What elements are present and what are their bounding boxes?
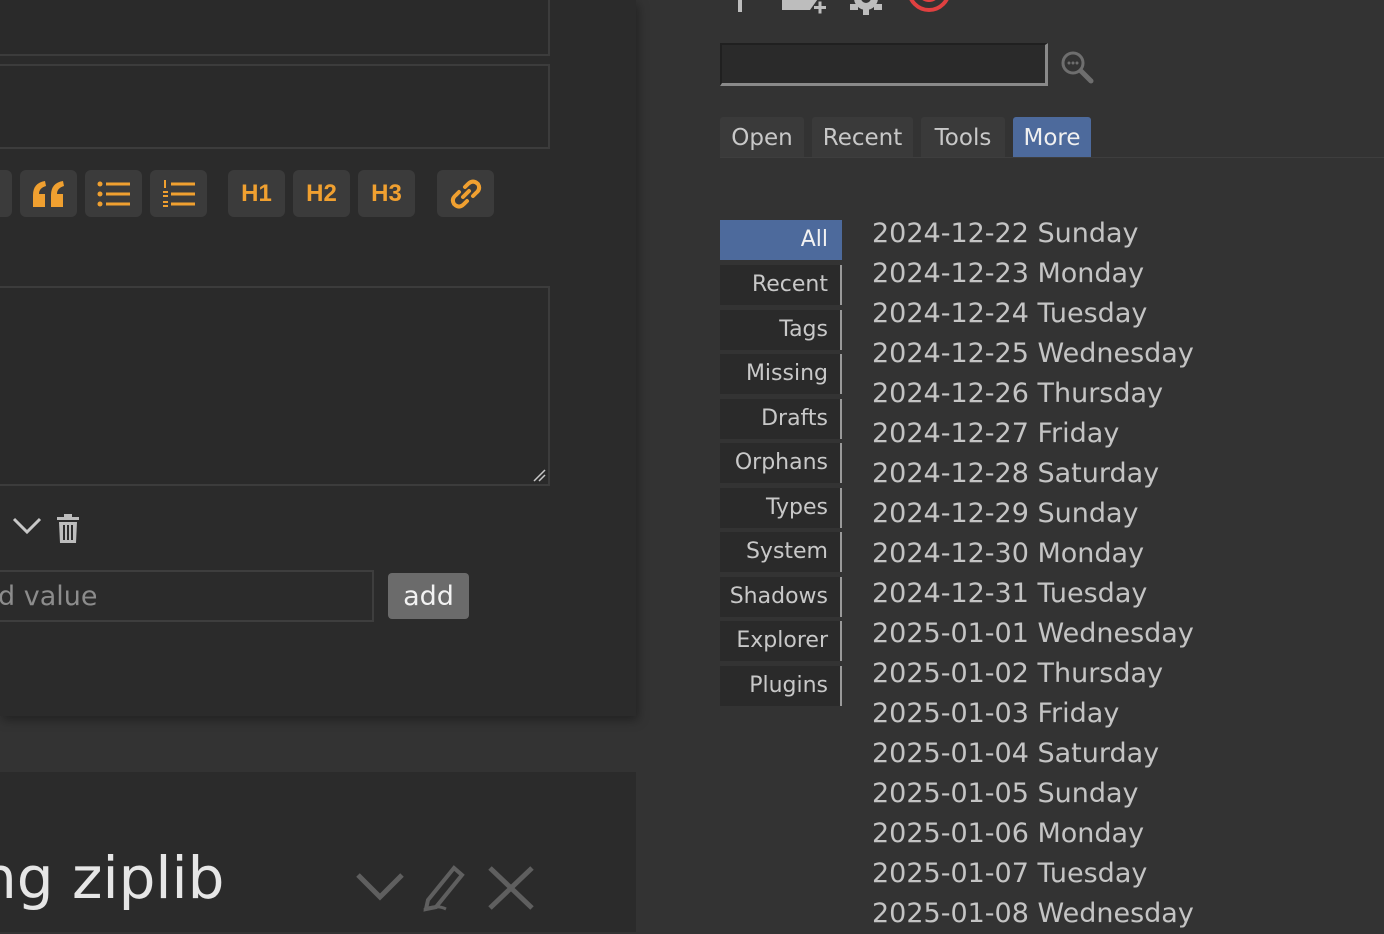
list-item[interactable]: 2024-12-22 Sunday [872, 214, 1139, 254]
category-types[interactable]: Types [720, 488, 842, 528]
list-item[interactable]: 2025-01-03 Friday [872, 694, 1119, 734]
category-missing[interactable]: Missing [720, 354, 842, 394]
category-recent[interactable]: Recent [720, 265, 842, 305]
link-button[interactable] [437, 170, 494, 217]
list-item[interactable]: 2024-12-26 Thursday [872, 374, 1163, 414]
add-metadata-button[interactable]: add [388, 573, 469, 619]
bullet-list-button[interactable] [85, 170, 142, 217]
numbered-list-button[interactable] [150, 170, 207, 217]
list-item[interactable]: 2024-12-24 Tuesday [872, 294, 1147, 334]
gear-icon[interactable] [846, 0, 886, 16]
list-item[interactable]: 2024-12-28 Saturday [872, 454, 1159, 494]
tab-divider [720, 157, 1384, 158]
metadata-value-input[interactable]: d value [0, 570, 374, 622]
list-item[interactable]: 2024-12-25 Wednesday [872, 334, 1194, 374]
category-drafts[interactable]: Drafts [720, 399, 842, 439]
list-item[interactable]: 2025-01-04 Saturday [872, 734, 1159, 774]
category-system[interactable]: System [720, 532, 842, 572]
list-item[interactable]: 2024-12-27 Friday [872, 414, 1119, 454]
list-item[interactable]: 2024-12-30 Monday [872, 534, 1144, 574]
category-plugins[interactable]: Plugins [720, 666, 842, 706]
list-item[interactable]: 2025-01-05 Sunday [872, 774, 1139, 814]
search-input[interactable] [720, 43, 1048, 86]
tab-open[interactable]: Open [720, 117, 804, 158]
quote-button[interactable] [20, 170, 77, 217]
category-explorer[interactable]: Explorer [720, 621, 842, 661]
list-item[interactable]: 2024-12-29 Sunday [872, 494, 1139, 534]
chevron-down-icon[interactable] [12, 516, 42, 536]
target-icon[interactable] [906, 0, 952, 14]
resize-grip-icon[interactable] [532, 468, 546, 482]
pin-icon[interactable] [728, 0, 752, 14]
bullet-list-icon [97, 181, 130, 206]
list-item[interactable]: 2025-01-02 Thursday [872, 654, 1163, 694]
chevron-down-icon[interactable] [355, 870, 405, 904]
heading-1-button[interactable]: H1 [228, 170, 285, 217]
pencil-icon[interactable] [422, 862, 468, 912]
tag-add-icon[interactable] [780, 0, 828, 16]
quote-icon [32, 180, 64, 207]
category-all[interactable]: All [720, 220, 842, 260]
link-icon [450, 179, 481, 208]
tab-tools[interactable]: Tools [921, 117, 1005, 158]
numbered-list-icon [162, 179, 195, 207]
category-tags[interactable]: Tags [720, 310, 842, 350]
list-item[interactable]: 2025-01-07 Tuesday [872, 854, 1147, 894]
list-item[interactable]: 2024-12-23 Monday [872, 254, 1144, 294]
list-item[interactable]: 2025-01-08 Wednesday [872, 894, 1194, 934]
heading-2-button[interactable]: H2 [293, 170, 350, 217]
tab-recent[interactable]: Recent [812, 117, 913, 158]
tags-field[interactable] [0, 64, 550, 149]
search-icon[interactable] [1060, 50, 1094, 84]
list-item[interactable]: 2024-12-31 Tuesday [872, 574, 1147, 614]
content-textarea[interactable] [0, 286, 550, 486]
toolbar-button-partial[interactable] [0, 170, 12, 217]
close-icon[interactable] [486, 864, 536, 912]
trash-icon[interactable] [56, 514, 80, 544]
title-field[interactable] [0, 0, 550, 56]
category-shadows[interactable]: Shadows [720, 577, 842, 617]
heading-3-button[interactable]: H3 [358, 170, 415, 217]
list-item[interactable]: 2025-01-06 Monday [872, 814, 1144, 854]
editor-panel: H1 H2 H3 d value add [0, 0, 636, 716]
note-title[interactable]: ng ziplib [0, 838, 224, 918]
tab-more[interactable]: More [1013, 117, 1091, 158]
list-item[interactable]: 2025-01-01 Wednesday [872, 614, 1194, 654]
category-orphans[interactable]: Orphans [720, 443, 842, 483]
